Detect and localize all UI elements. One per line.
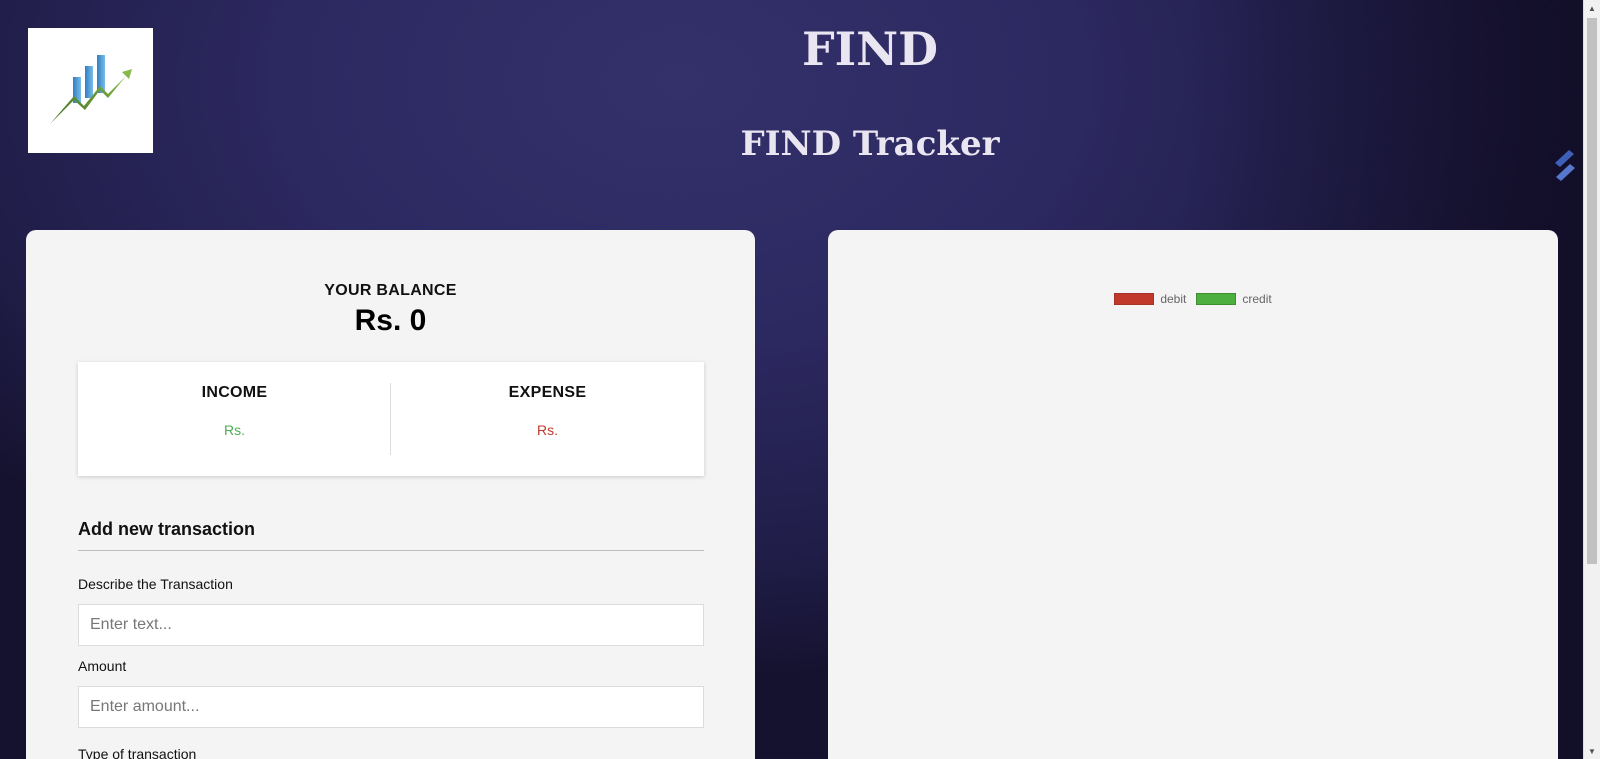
balance-label: YOUR BALANCE <box>324 282 457 299</box>
expense-label: EXPENSE <box>508 384 587 401</box>
scrollbar-thumb[interactable] <box>1587 18 1597 564</box>
legend-swatch-credit <box>1196 293 1237 305</box>
income-section: INCOME Rs. <box>78 362 391 476</box>
expense-value: Rs. <box>537 422 558 438</box>
legend-label-credit: credit <box>1242 292 1272 306</box>
vertical-scrollbar[interactable]: ▲ ▼ <box>1583 0 1600 759</box>
amount-input[interactable] <box>78 686 704 728</box>
description-input[interactable] <box>78 604 704 646</box>
description-label: Describe the Transaction <box>78 576 233 592</box>
income-expense-card: INCOME Rs. EXPENSE Rs. <box>78 362 704 476</box>
legend-item-credit[interactable]: credit <box>1196 292 1272 306</box>
expense-section: EXPENSE Rs. <box>391 362 704 476</box>
app-title: FIND <box>801 22 939 76</box>
income-label: INCOME <box>201 384 268 401</box>
add-transaction-heading: Add new transaction <box>78 519 256 539</box>
scroll-down-arrow-icon[interactable]: ▼ <box>1584 743 1600 759</box>
legend-label-debit: debit <box>1160 292 1187 306</box>
scroll-up-arrow-icon[interactable]: ▲ <box>1584 0 1600 16</box>
legend-swatch-debit <box>1114 293 1155 305</box>
transaction-type-label: Type of transaction <box>78 746 197 759</box>
balance-value: Rs. 0 <box>354 304 427 337</box>
legend-item-debit[interactable]: debit <box>1114 292 1186 306</box>
chart-canvas <box>858 320 1528 759</box>
transaction-panel: YOUR BALANCE Rs. 0 INCOME Rs. EXPENSE Rs… <box>26 230 755 759</box>
chart-panel: debit credit <box>828 230 1558 759</box>
chart-legend: debit credit <box>828 292 1558 306</box>
amount-label: Amount <box>78 658 127 674</box>
heading-divider <box>78 550 704 551</box>
income-value: Rs. <box>224 422 245 438</box>
stacked-pages-icon[interactable] <box>1552 147 1578 181</box>
app-subtitle: FIND Tracker <box>740 124 1000 164</box>
